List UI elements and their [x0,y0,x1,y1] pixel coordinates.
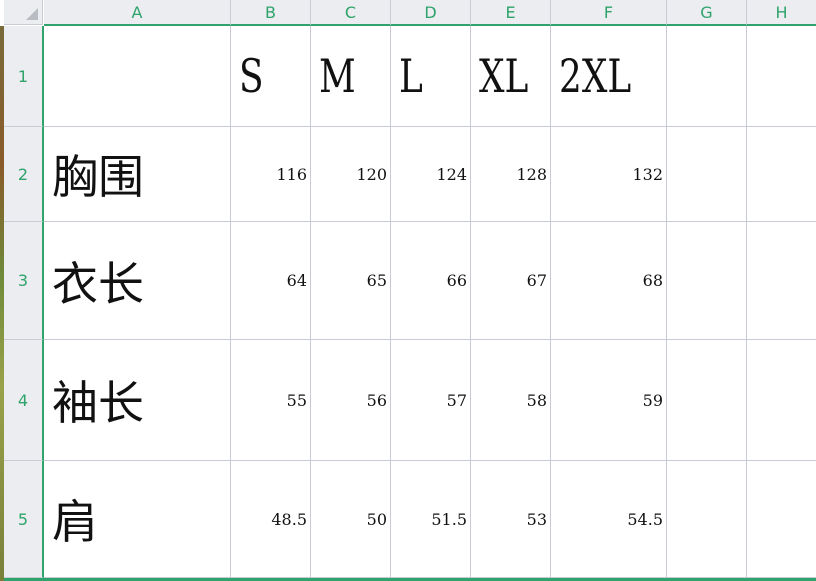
cell-b1[interactable]: S [231,26,311,127]
column-header-f[interactable]: F [551,0,667,26]
cell-h1[interactable] [747,26,816,127]
size-label: L [399,49,423,103]
select-all-triangle-icon [26,8,38,20]
column-header-c[interactable]: C [311,0,391,26]
row-header-1[interactable]: 1 [4,26,44,127]
cell-g1[interactable] [667,26,747,127]
cell-a2[interactable]: 胸围 [44,127,231,222]
cell-c4[interactable]: 56 [311,340,391,461]
cell-c3[interactable]: 65 [311,222,391,340]
cell-d1[interactable]: L [391,26,471,127]
row-header-5[interactable]: 5 [4,461,44,578]
cell-e1[interactable]: XL [471,26,551,127]
cell-e2[interactable]: 128 [471,127,551,222]
cell-f1[interactable]: 2XL [551,26,667,127]
select-all-corner[interactable] [4,0,43,25]
cell-g5[interactable] [667,461,747,578]
cell-a5[interactable]: 肩 [44,461,231,578]
cell-d5[interactable]: 51.5 [391,461,471,578]
row-header-2[interactable]: 2 [4,127,44,222]
cell-e4[interactable]: 58 [471,340,551,461]
row-header-4[interactable]: 4 [4,340,44,461]
cell-f5[interactable]: 54.5 [551,461,667,578]
cell-h2[interactable] [747,127,816,222]
cell-d2[interactable]: 124 [391,127,471,222]
cell-a3[interactable]: 衣长 [44,222,231,340]
cell-f3[interactable]: 68 [551,222,667,340]
cell-c1[interactable]: M [311,26,391,127]
cell-d4[interactable]: 57 [391,340,471,461]
cell-e5[interactable]: 53 [471,461,551,578]
cell-b3[interactable]: 64 [231,222,311,340]
cell-g3[interactable] [667,222,747,340]
column-header-g[interactable]: G [667,0,747,26]
size-label: XL [479,49,529,103]
column-header-d[interactable]: D [391,0,471,26]
cell-c2[interactable]: 120 [311,127,391,222]
cell-c5[interactable]: 50 [311,461,391,578]
cell-h3[interactable] [747,222,816,340]
cell-e3[interactable]: 67 [471,222,551,340]
column-header-b[interactable]: B [231,0,311,26]
cell-f4[interactable]: 59 [551,340,667,461]
cell-h4[interactable] [747,340,816,461]
spreadsheet: A B C D E F G H 1 2 3 4 5 S M L XL 2XL 胸… [0,0,816,581]
cell-d3[interactable]: 66 [391,222,471,340]
cell-g2[interactable] [667,127,747,222]
size-label: 2XL [559,49,632,103]
cell-g4[interactable] [667,340,747,461]
cell-b2[interactable]: 116 [231,127,311,222]
size-label: M [319,49,356,103]
column-header-e[interactable]: E [471,0,551,26]
cell-h5[interactable] [747,461,816,578]
cell-a1[interactable] [44,26,231,127]
cell-b4[interactable]: 55 [231,340,311,461]
cell-f2[interactable]: 132 [551,127,667,222]
row-header-3[interactable]: 3 [4,222,44,340]
column-header-a[interactable]: A [44,0,231,26]
column-header-h[interactable]: H [747,0,816,26]
size-label: S [239,49,264,103]
cell-a4[interactable]: 袖长 [44,340,231,461]
cell-b5[interactable]: 48.5 [231,461,311,578]
